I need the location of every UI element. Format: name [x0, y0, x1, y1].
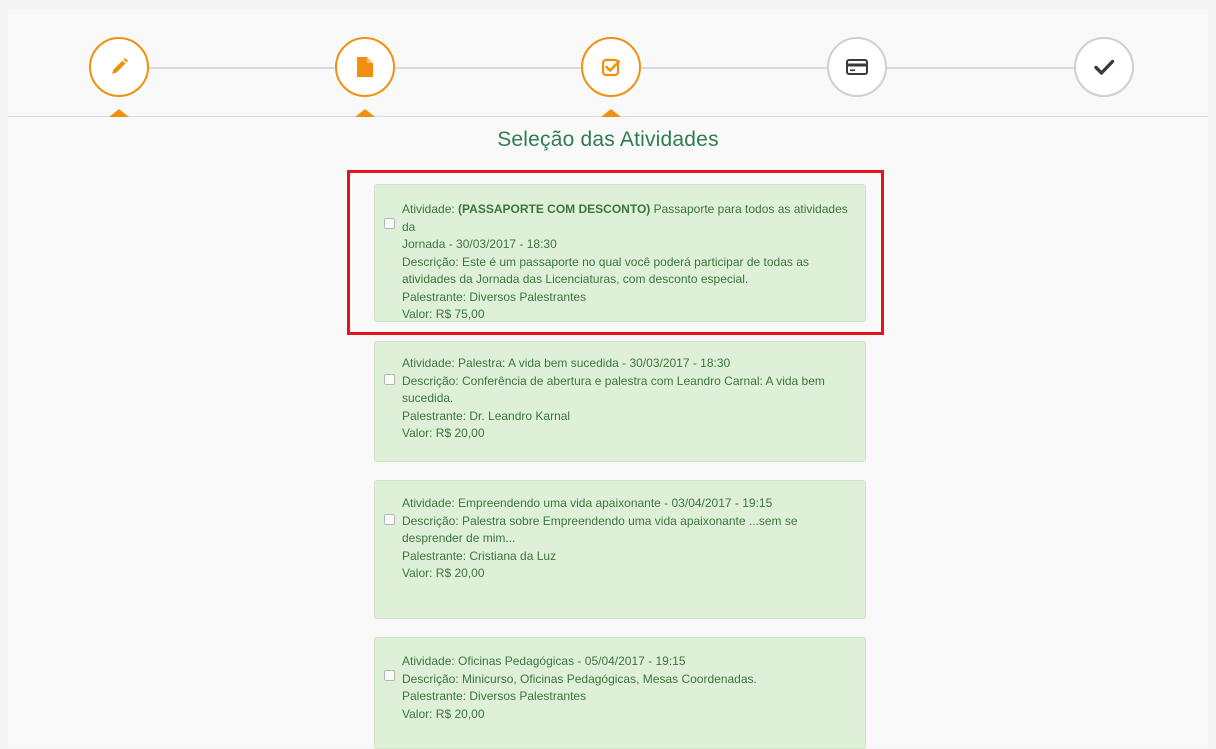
activity-description: Descrição: Palestra sobre Empreendendo u…	[402, 513, 798, 528]
progress-stepper	[8, 10, 1208, 117]
activity-speaker: Palestrante: Diversos Palestrantes	[402, 689, 587, 703]
step-details[interactable]	[89, 37, 149, 97]
activity-description-cont: desprender de mim...	[402, 531, 516, 545]
step-documents[interactable]	[335, 37, 395, 97]
activity-title: Atividade: Palestra: A vida bem sucedida…	[402, 356, 731, 370]
activity-price: Valor: R$ 20,00	[402, 706, 485, 721]
checkbox-icon	[600, 56, 622, 78]
checkmark-icon	[1093, 57, 1115, 77]
step-marker	[355, 109, 375, 117]
activity-title: Atividade: Oficinas Pedagógicas - 05/04/…	[402, 654, 686, 668]
step-marker	[601, 109, 621, 117]
activity-speaker: Palestrante: Cristiana da Luz	[402, 548, 557, 563]
step-payment[interactable]	[827, 37, 887, 97]
activity-card[interactable]: Atividade: Palestra: A vida bem sucedida…	[374, 341, 866, 462]
activity-card[interactable]: Atividade: Empreendendo uma vida apaixon…	[374, 480, 866, 619]
activity-title: Atividade: Empreendendo uma vida apaixon…	[402, 496, 773, 510]
activity-speaker: Palestrante: Dr. Leandro Karnal	[402, 408, 571, 423]
activity-description-cont: sucedida.	[402, 391, 454, 405]
activity-card[interactable]: Atividade: Oficinas Pedagógicas - 05/04/…	[374, 637, 866, 749]
activity-checkbox[interactable]	[384, 374, 395, 385]
document-icon	[354, 55, 376, 79]
step-marker	[109, 109, 129, 117]
activity-description: Descrição: Conferência de abertura e pal…	[402, 373, 825, 388]
credit-card-icon	[845, 57, 869, 77]
activity-checkbox[interactable]	[384, 670, 395, 681]
page-title: Seleção das Atividades	[497, 128, 719, 151]
activity-price: Valor: R$ 20,00	[402, 426, 485, 440]
highlight-box	[347, 170, 884, 335]
step-activities[interactable]	[581, 37, 641, 97]
activity-description: Descrição: Minicurso, Oficinas Pedagógic…	[402, 671, 757, 686]
step-confirmation[interactable]	[1074, 37, 1134, 97]
pencil-icon	[108, 56, 130, 78]
activity-checkbox[interactable]	[384, 514, 395, 525]
activity-price: Valor: R$ 20,00	[402, 566, 485, 580]
